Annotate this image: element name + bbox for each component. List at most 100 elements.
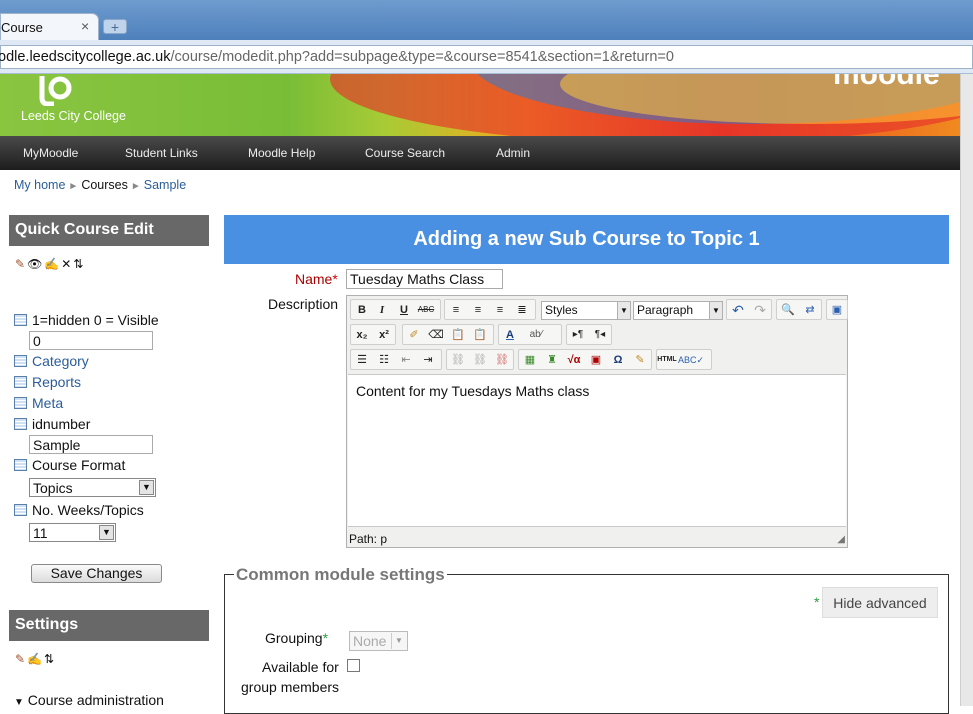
settings-icons: ✎✍⇅ [15,652,56,666]
text-color-icon[interactable]: A [500,326,520,344]
paste-text-icon[interactable]: 📋 [448,326,468,344]
superscript-icon[interactable]: x² [374,326,394,344]
common-settings-legend[interactable]: Common module settings [234,565,447,585]
chevron-down-icon: ▼ [139,480,154,495]
page-scrollbar[interactable] [960,74,973,706]
undo-icon[interactable]: ↶ [728,301,748,319]
indent-icon[interactable]: ⇥ [418,351,438,369]
outdent-icon[interactable]: ⇤ [396,351,416,369]
address-bar: odle.leedscitycollege.ac.uk/course/moded… [0,40,973,74]
name-input[interactable]: Tuesday Maths Class [346,269,503,289]
align-right-icon[interactable]: ≡ [490,301,510,319]
available-group-members-checkbox[interactable] [347,659,360,672]
course-format-select[interactable]: Topics ▼ [29,478,156,497]
name-label: Name* [295,271,338,287]
nolink-icon[interactable]: ⛓ [492,351,512,369]
editor-path: Path: p [349,532,388,546]
save-changes-button[interactable]: Save Changes [31,564,162,583]
nav-admin[interactable]: Admin [496,146,530,160]
edit-icon[interactable]: ✎ [15,257,27,271]
move-icon[interactable]: ⇅ [73,257,85,271]
html-source-icon[interactable]: HTML [657,351,677,369]
highlight-color-icon[interactable]: ab⁄ [526,326,546,344]
table-icon [14,397,27,409]
align-left-icon[interactable]: ≡ [446,301,466,319]
cleanup-icon[interactable]: ✐ [404,326,424,344]
nav-student-links[interactable]: Student Links [125,146,198,160]
eye-icon[interactable]: 👁 [27,257,44,271]
editor-content-area[interactable]: Content for my Tuesdays Maths class [348,374,846,527]
breadcrumb-sample[interactable]: Sample [144,178,186,192]
hand-icon[interactable]: ✍ [27,652,44,666]
link-icon[interactable]: ⛓ [448,351,468,369]
reports-item[interactable]: Reports [14,374,81,390]
grouping-select[interactable]: None ▼ [349,631,408,651]
weeks-select[interactable]: 11 ▼ [29,523,116,542]
replace-icon[interactable]: ⇄ [800,301,820,319]
paste-word-icon[interactable]: 📋 [470,326,490,344]
table-icon [14,504,27,516]
category-link[interactable]: Category [32,353,89,369]
editor-content: Content for my Tuesdays Maths class [356,383,590,399]
breadcrumb-my-home[interactable]: My home [14,178,65,192]
edit-icon[interactable]: ✎ [15,652,27,666]
eraser-icon[interactable]: ⌫ [426,326,446,344]
move-icon[interactable]: ⇅ [44,652,56,666]
italic-icon[interactable]: I [372,301,392,319]
visible-input[interactable]: 0 [29,331,153,350]
browser-tab[interactable]: Course × [0,13,99,40]
college-logo-icon[interactable] [34,74,72,106]
table-icon [14,418,27,430]
ltr-icon[interactable]: ▸¶ [568,326,588,344]
equation-icon[interactable]: √α [564,351,584,369]
url-field[interactable]: odle.leedscitycollege.ac.uk/course/moded… [0,45,973,69]
description-label: Description [268,296,339,312]
site-banner: Leeds City College moodle [0,74,960,136]
close-tab-icon[interactable]: × [81,18,89,34]
styles-select[interactable]: Styles ▼ [541,301,631,320]
fullscreen-icon[interactable]: ▣ [827,301,847,319]
reports-link[interactable]: Reports [32,374,81,390]
underline-icon[interactable]: U [394,301,414,319]
delete-icon[interactable]: ✕ [61,257,73,271]
spellcheck-icon[interactable]: ABC✓ [678,351,704,369]
justify-icon[interactable]: ≣ [512,301,532,319]
rtl-icon[interactable]: ¶◂ [590,326,610,344]
nav-moodle-help[interactable]: Moodle Help [248,146,315,160]
idnumber-input[interactable]: Sample [29,435,153,454]
weeks-item: No. Weeks/Topics [14,502,144,518]
image-icon[interactable]: ▦ [520,351,540,369]
media-icon[interactable]: ♜ [542,351,562,369]
nav-course-search[interactable]: Course Search [365,146,445,160]
edit-note-icon[interactable]: ✎ [630,351,650,369]
category-item[interactable]: Category [14,353,89,369]
breadcrumb-courses[interactable]: Courses [81,178,128,192]
redo-icon[interactable]: ↷ [750,301,770,319]
meta-item[interactable]: Meta [14,395,63,411]
bullet-list-icon[interactable]: ☰ [352,351,372,369]
unlink-icon[interactable]: ⛓ [470,351,490,369]
bold-icon[interactable]: B [352,301,372,319]
college-name: Leeds City College [21,109,126,123]
special-char-icon[interactable]: Ω [608,351,628,369]
collapse-triangle-icon: ▼ [14,697,24,708]
hide-advanced-button[interactable]: Hide advanced [822,587,938,618]
new-tab-button[interactable]: + [103,19,127,34]
nav-mymoodle[interactable]: MyMoodle [23,146,78,160]
align-center-icon[interactable]: ≡ [468,301,488,319]
tex-icon[interactable]: ▣ [586,351,606,369]
paragraph-select[interactable]: Paragraph ▼ [633,301,723,320]
visible-item: 1=hidden 0 = Visible [14,312,159,328]
grouping-value: None [353,633,387,649]
browser-tab-strip: Course × + [0,0,973,40]
meta-link[interactable]: Meta [32,395,63,411]
resize-grip-icon[interactable]: ◢ [837,534,845,545]
breadcrumb: My home ► Courses ► Sample [14,178,187,192]
numbered-list-icon[interactable]: ☷ [374,351,394,369]
find-icon[interactable]: 🔍 [778,301,798,319]
subscript-icon[interactable]: x₂ [352,326,372,344]
hand-icon[interactable]: ✍ [44,257,61,271]
format-label: Course Format [32,457,126,473]
strikethrough-icon[interactable]: ABC [416,301,436,319]
chevron-down-icon: ▼ [709,302,722,319]
